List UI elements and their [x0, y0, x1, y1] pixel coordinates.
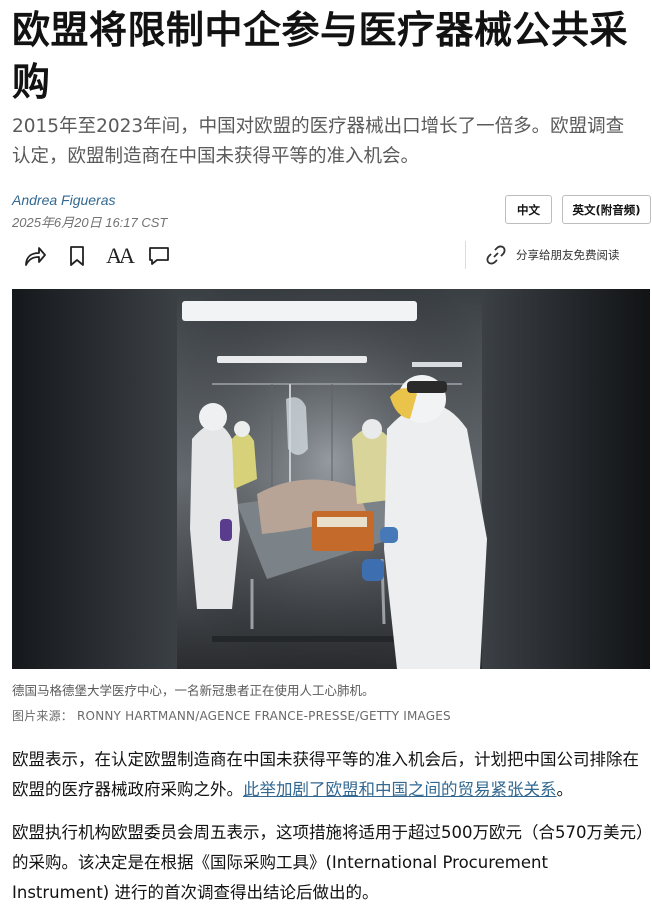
article-summary: 2015年至2023年间，中国对欧盟的医疗器械出口增长了一倍多。欧盟调查认定，欧…	[12, 116, 625, 167]
body-paragraph-2: 欧盟执行机构欧盟委员会周五表示，这项措施将适用于超过500万欧元（合570万美元…	[12, 823, 645, 902]
body-paragraph-1-end: 。	[556, 780, 574, 799]
comment-icon-graphic	[149, 247, 169, 265]
article-headline: 欧盟将限制中企参与医疗器械公共采购	[12, 8, 629, 104]
body-paragraph-1: 欧盟表示，在认定欧盟制造商在中国未获得平等的准入机会后，计划把中国公司排除在欧盟…	[12, 745, 646, 805]
hospital-elevator-photo	[12, 289, 650, 669]
toolbar-divider	[465, 241, 466, 269]
link-icon	[486, 245, 506, 265]
bookmark-icon-graphic	[70, 246, 84, 266]
font-size-label: AA	[106, 243, 135, 268]
gift-article-button[interactable]: 分享给朋友免费阅读	[484, 243, 620, 267]
publish-date: 2025年6月20日 16:17 CST	[12, 215, 168, 230]
chinese-language-button[interactable]: 中文	[505, 195, 552, 224]
photo-credit: 图片来源： RONNY HARTMANN/AGENCE FRANCE-PRESS…	[12, 709, 451, 723]
english-audio-button[interactable]: 英文(附音频)	[562, 195, 651, 224]
bookmark-icon[interactable]	[64, 243, 90, 269]
photo-caption: 德国马格德堡大学医疗中心，一名新冠患者正在使用人工心肺机。	[12, 683, 375, 698]
trade-tensions-link[interactable]: 此举加剧了欧盟和中国之间的贸易紧张关系	[243, 780, 557, 799]
font-size-button[interactable]: AA	[104, 243, 135, 269]
gift-article-label: 分享给朋友免费阅读	[516, 248, 620, 262]
share-arrow-icon[interactable]	[22, 243, 48, 269]
comment-icon[interactable]	[146, 243, 172, 269]
article-photo	[12, 289, 650, 669]
share-arrow-icon-graphic	[25, 247, 46, 266]
author-link[interactable]: Andrea Figueras	[12, 192, 116, 208]
